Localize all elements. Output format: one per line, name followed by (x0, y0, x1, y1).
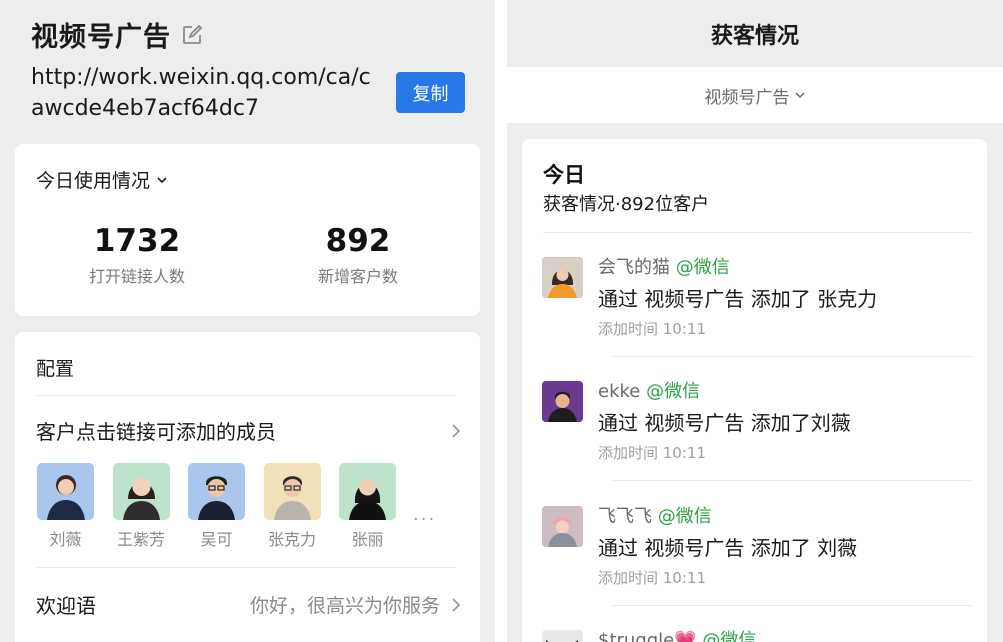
feed-user-name: $truggle💗 (598, 630, 697, 642)
avatar (542, 381, 583, 422)
config-title: 配置 (36, 358, 75, 380)
member-name: 张丽 (351, 530, 384, 549)
acquisition-panel: 获客情况 视频号广告 今日 获客情况·892位客户 会飞的猫 @微信 通过 视频… (507, 0, 1003, 642)
acquisition-header: 获客情况 (507, 0, 1003, 67)
avatar (112, 463, 170, 520)
feed-user-name: 会飞的猫 (598, 257, 670, 278)
chevron-down-icon (794, 89, 806, 101)
usage-dropdown[interactable]: 今日使用情况 (36, 166, 168, 193)
welcome-value: 你好，很高兴为你服务 (249, 595, 440, 617)
feed-source: @微信 (646, 381, 701, 402)
today-subtitle: 获客情况·892位客户 (543, 194, 710, 215)
feed-user: 飞飞飞 @微信 (598, 502, 712, 528)
feed-message: 通过 视频号广告 添加了刘薇 (598, 411, 851, 435)
feed-user: $truggle💗 @微信 (598, 626, 756, 642)
link-url: http://work.weixin.qq.com/ca/cawcde4eb7a… (31, 65, 371, 121)
welcome-value-group: 你好，很高兴为你服务 (250, 591, 462, 618)
usage-card: 今日使用情况 1732 打开链接人数 892 新增客户数 (15, 144, 480, 316)
divider (36, 567, 456, 568)
copy-button[interactable]: 复制 (396, 72, 465, 113)
avatar (339, 463, 396, 520)
avatar (542, 257, 583, 298)
members-row[interactable]: 客户点击链接可添加的成员 (36, 416, 462, 445)
divider (612, 356, 973, 357)
chevron-right-icon (450, 596, 462, 614)
feed-source: @微信 (702, 630, 757, 642)
source-filter-dropdown[interactable]: 视频号广告 (507, 67, 1003, 123)
feed-message: 通过 视频号广告 添加了 刘薇 (598, 536, 858, 560)
usage-header: 今日使用情况 (36, 170, 151, 192)
member-item[interactable]: 张克力 (263, 463, 321, 550)
feed-user: ekke @微信 (598, 377, 700, 403)
today-title: 今日 (543, 163, 585, 187)
divider (612, 605, 973, 606)
stat-label: 打开链接人数 (88, 267, 185, 286)
divider (612, 480, 973, 481)
members-label: 客户点击链接可添加的成员 (36, 420, 276, 444)
feed-user-name: ekke (598, 381, 641, 402)
stat-value: 1732 (93, 223, 181, 259)
feed-time: 添加时间 10:11 (598, 320, 706, 338)
source-filter-label: 视频号广告 (704, 87, 790, 108)
feed-source: @微信 (657, 506, 712, 527)
link-detail-panel: 视频号广告 http://work.weixin.qq.com/ca/cawcd… (0, 0, 495, 642)
stat-opened: 1732 打开链接人数 (57, 222, 217, 287)
member-avatars: 刘薇 王紫芳 吴可 张克力 张丽 (37, 463, 415, 550)
chevron-right-icon (450, 422, 462, 440)
feed-time: 添加时间 10:11 (598, 444, 706, 462)
config-card: 配置 客户点击链接可添加的成员 刘薇 王紫芳 吴可 张克力 张丽 ··· 欢迎语… (15, 332, 480, 642)
page-title: 视频号广告 (31, 22, 171, 53)
member-item[interactable]: 刘薇 (37, 463, 94, 550)
stat-new-customers: 892 新增客户数 (278, 222, 438, 287)
member-name: 王紫芳 (116, 530, 165, 549)
stat-value: 892 (325, 223, 391, 259)
feed-message: 通过 视频号广告 添加了 张克力 (598, 287, 878, 311)
member-name: 刘薇 (49, 530, 82, 549)
today-card: 今日 获客情况·892位客户 会飞的猫 @微信 通过 视频号广告 添加了 张克力… (522, 139, 987, 642)
divider (36, 395, 456, 396)
welcome-row[interactable]: 欢迎语 你好，很高兴为你服务 (36, 590, 462, 619)
avatar (542, 630, 583, 642)
stat-label: 新增客户数 (317, 267, 398, 286)
member-item[interactable]: 吴可 (188, 463, 245, 550)
title-row: 视频号广告 (31, 15, 203, 54)
chevron-down-icon (156, 174, 168, 186)
feed-user-name: 飞飞飞 (598, 506, 652, 527)
avatar (37, 463, 94, 520)
feed-user: 会飞的猫 @微信 (598, 253, 730, 279)
member-name: 张克力 (267, 530, 316, 549)
member-item[interactable]: 王紫芳 (112, 463, 170, 550)
avatar (188, 463, 245, 520)
welcome-label: 欢迎语 (36, 594, 96, 618)
divider (543, 232, 973, 233)
more-members-icon[interactable]: ··· (413, 509, 436, 530)
feed-time: 添加时间 10:11 (598, 569, 706, 587)
member-item[interactable]: 张丽 (339, 463, 396, 550)
edit-icon[interactable] (181, 24, 203, 46)
member-name: 吴可 (200, 530, 233, 549)
avatar (542, 506, 583, 547)
avatar (263, 463, 321, 520)
feed-source: @微信 (675, 257, 730, 278)
